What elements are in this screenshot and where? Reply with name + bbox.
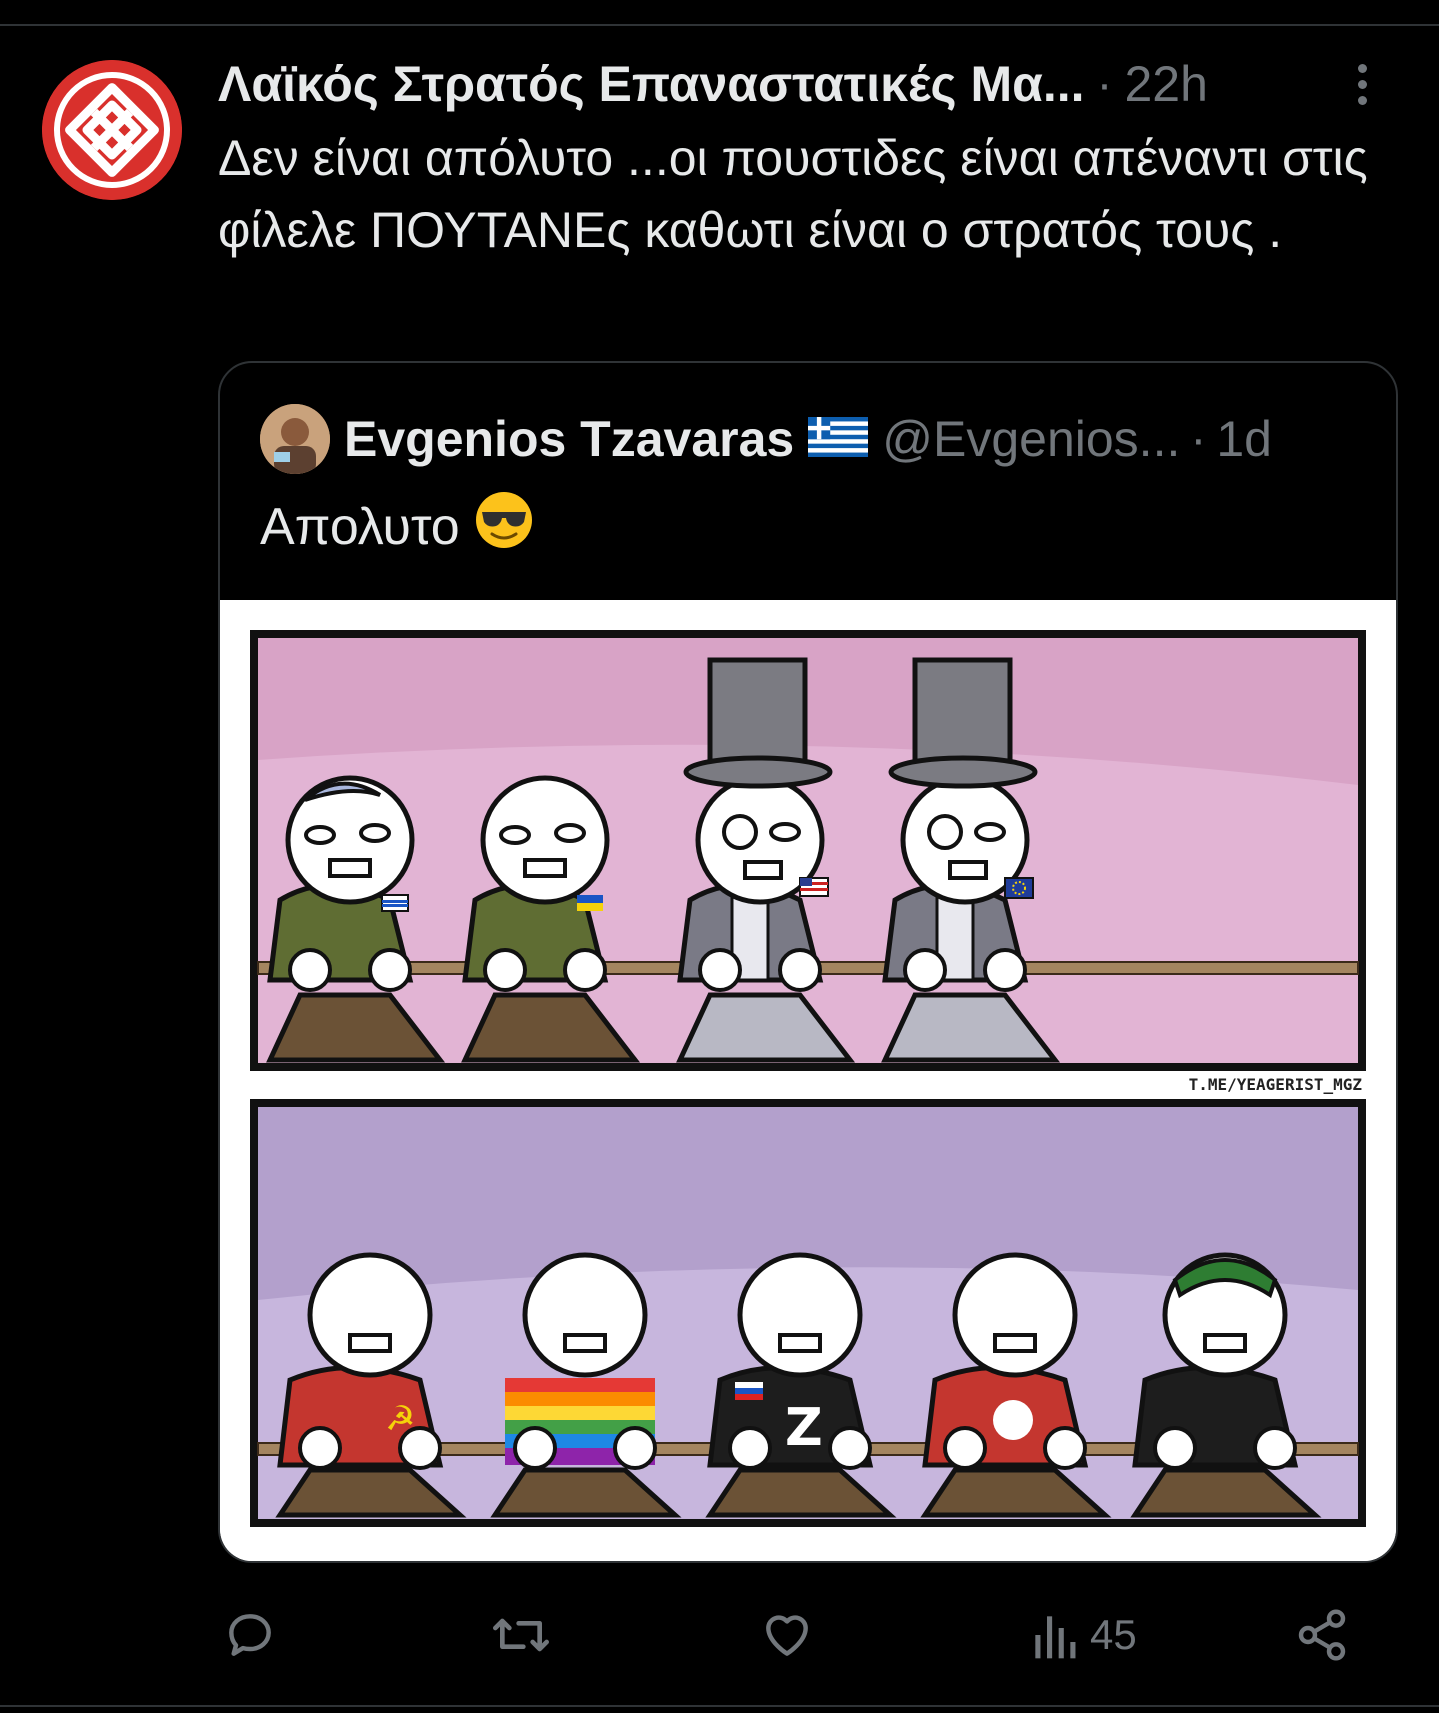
quoted-tweet-timestamp[interactable]: 1d — [1216, 410, 1272, 468]
like-button[interactable] — [758, 1600, 816, 1670]
views-button[interactable]: 45 — [1030, 1600, 1137, 1670]
svg-text:Z: Z — [785, 1398, 823, 1458]
quoted-author-avatar[interactable] — [260, 404, 330, 474]
tug-of-war-comic: T.ME/YEAGERIST_MGZ ☭ Z — [220, 600, 1396, 1561]
like-icon — [766, 1615, 808, 1656]
svg-text:☭: ☭ — [385, 1399, 415, 1439]
reply-icon — [229, 1614, 271, 1656]
quoted-tweet-image[interactable]: T.ME/YEAGERIST_MGZ ☭ Z — [220, 600, 1396, 1561]
share-icon — [1298, 1609, 1346, 1661]
quoted-author-handle[interactable]: @Evgenios... — [882, 410, 1180, 468]
quoted-tweet-text-row: Απολυτο — [260, 490, 534, 563]
share-button[interactable] — [1294, 1600, 1350, 1670]
tweet-text: Δεν είναι απόλυτο ...οι πουστιδες είναι … — [218, 130, 1368, 258]
retweet-icon — [493, 1618, 550, 1652]
author-name[interactable]: Λαϊκός Στρατός Επαναστατικές Μα... — [218, 55, 1085, 113]
comic-watermark: T.ME/YEAGERIST_MGZ — [1189, 1075, 1363, 1094]
tweet-header: Λαϊκός Στρατός Επαναστατικές Μα... · 22h — [218, 52, 1388, 116]
sunglasses-face-emoji-icon — [474, 490, 534, 563]
quoted-tweet-header: Evgenios Tzavaras @Evgenios... · 1d — [260, 403, 1272, 475]
quoted-author-name[interactable]: Evgenios Tzavaras — [344, 410, 794, 468]
retweet-button[interactable] — [490, 1600, 552, 1670]
quoted-author-photo-icon — [260, 404, 330, 474]
separator-dot: · — [1096, 57, 1113, 111]
tweet-timestamp[interactable]: 22h — [1125, 55, 1208, 113]
quoted-tweet-text: Απολυτο — [260, 497, 460, 556]
author-avatar[interactable] — [42, 60, 182, 200]
separator-dot: · — [1190, 412, 1207, 466]
top-divider — [0, 24, 1439, 26]
greece-flag-icon — [808, 416, 869, 463]
bottom-divider — [0, 1705, 1439, 1707]
views-count: 45 — [1090, 1611, 1137, 1658]
author-logo-icon — [42, 60, 182, 200]
more-options-icon[interactable] — [1352, 64, 1372, 114]
views-icon — [1035, 1616, 1076, 1659]
reply-button[interactable] — [222, 1600, 278, 1670]
tweet-action-bar: 45 — [0, 1600, 1439, 1670]
quoted-tweet-card[interactable]: Evgenios Tzavaras @Evgenios... · 1d Απολ… — [218, 361, 1398, 1563]
